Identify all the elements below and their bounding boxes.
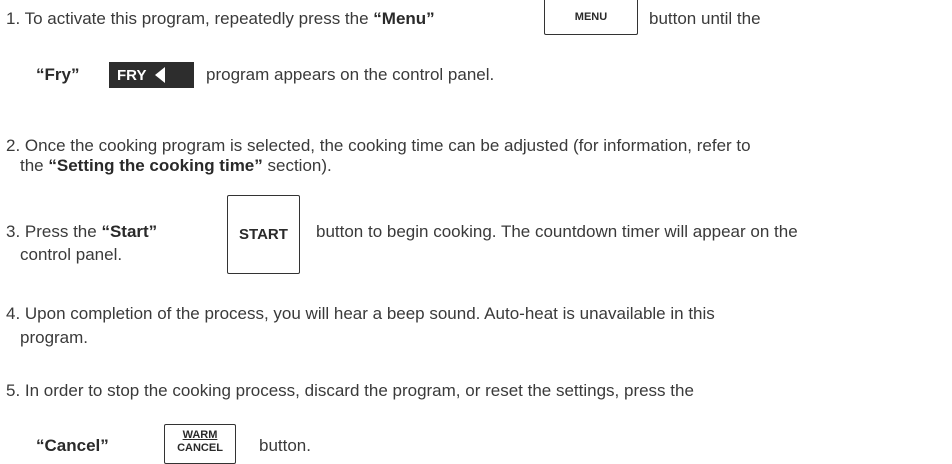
step5-line1: 5. In order to stop the cooking process,… bbox=[6, 381, 694, 400]
fry-indicator-label: FRY bbox=[117, 66, 147, 84]
left-arrow-icon bbox=[155, 67, 166, 83]
step1-text: 1. To activate this program, repeatedly … bbox=[6, 9, 374, 28]
step1-text-b: button until the bbox=[649, 9, 761, 28]
step4-line1: 4. Upon completion of the process, you w… bbox=[6, 304, 715, 323]
step3-text-a: 3. Press the bbox=[6, 222, 102, 241]
fry-quoted-label: “Fry” bbox=[36, 65, 80, 84]
step4-line2: program. bbox=[20, 328, 89, 347]
warm-key-label: WARM bbox=[182, 429, 218, 441]
start-button[interactable]: START bbox=[227, 195, 300, 274]
step1-line1: 1. To activate this program, repeatedly … bbox=[6, 9, 435, 29]
warm-cancel-button[interactable]: WARM CANCEL bbox=[164, 424, 236, 464]
step3-line2: control panel. bbox=[20, 245, 123, 264]
menu-quoted-label: “Menu” bbox=[373, 9, 435, 28]
start-quoted-label: “Start” bbox=[101, 222, 158, 241]
cancel-key-label: CANCEL bbox=[177, 442, 223, 454]
step2-line2: the “Setting the cooking time” section). bbox=[20, 156, 332, 176]
menu-button[interactable]: MENU bbox=[544, 0, 638, 35]
fry-program-indicator: FRY bbox=[109, 62, 194, 88]
step2-line1: 2. Once the cooking program is selected,… bbox=[6, 136, 751, 155]
step2-text-b: section). bbox=[262, 156, 332, 175]
menu-button-label: MENU bbox=[574, 11, 608, 23]
cancel-quoted-label: “Cancel” bbox=[36, 436, 109, 455]
step3-line1: 3. Press the “Start” bbox=[6, 222, 157, 242]
setting-time-section-ref: “Setting the cooking time” bbox=[48, 156, 263, 175]
step2-text-a: the bbox=[20, 156, 49, 175]
step3-text-b: button to begin cooking. The countdown t… bbox=[316, 222, 798, 241]
start-button-label: START bbox=[239, 226, 288, 243]
step5-text-b: button. bbox=[259, 436, 311, 455]
step1-text-c: program appears on the control panel. bbox=[206, 65, 495, 84]
